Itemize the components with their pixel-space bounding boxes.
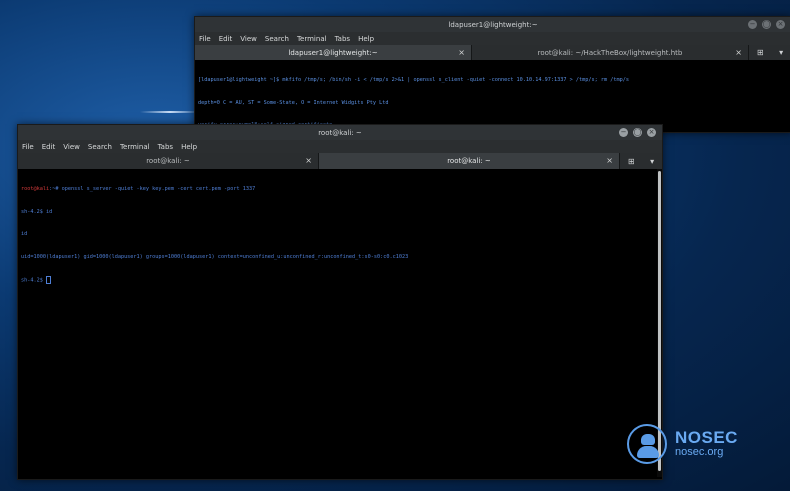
new-tab-icon[interactable]: ⊞ <box>628 157 635 166</box>
tab-label: root@kali: ~/HackTheBox/lightweight.htb <box>537 48 683 57</box>
front-terminal-output[interactable]: root@kali:~# openssl s_server -quiet -ke… <box>18 169 662 302</box>
prompt-user: root@kali <box>21 186 50 192</box>
terminal-line: [ldapuser1@lightweight ~]$ mkfifo /tmp/s… <box>198 77 629 83</box>
menu-edit[interactable]: Edit <box>219 35 233 43</box>
command-line: root@kali:~# openssl s_server -quiet -ke… <box>21 186 659 194</box>
menu-view[interactable]: View <box>240 35 257 43</box>
text-cursor <box>46 276 51 284</box>
front-terminal-area: root@kali:~# openssl s_server -quiet -ke… <box>18 169 662 477</box>
tab-tools: ⊞ ▾ <box>749 45 790 60</box>
menu-view[interactable]: View <box>63 143 80 151</box>
menu-tabs[interactable]: Tabs <box>335 35 351 43</box>
menu-search[interactable]: Search <box>265 35 289 43</box>
front-titlebar[interactable]: root@kali: ~ − ◯ × <box>18 125 662 140</box>
logo-name: NOSEC <box>675 428 738 447</box>
prompt-line: sh-4.2$ <box>21 276 659 285</box>
tab-root-kali-1[interactable]: root@kali: ~ × <box>18 153 319 169</box>
terminal-line: uid=1000(ldapuser1) gid=1000(ldapuser1) … <box>21 253 409 260</box>
minimize-icon[interactable]: − <box>619 128 628 137</box>
minimize-icon[interactable]: − <box>748 20 757 29</box>
new-tab-icon[interactable]: ⊞ <box>757 48 764 57</box>
back-terminal-window: ldapuser1@lightweight:~ − ◯ × File Edit … <box>194 16 790 196</box>
close-tab-icon[interactable]: × <box>606 156 613 165</box>
menu-terminal[interactable]: Terminal <box>120 143 150 151</box>
front-tabbar: root@kali: ~ × root@kali: ~ × ⊞ ▾ <box>18 153 662 169</box>
terminal-line: sh-4.2$ id <box>21 208 53 215</box>
back-titlebar[interactable]: ldapuser1@lightweight:~ − ◯ × <box>195 17 790 32</box>
close-icon[interactable]: × <box>776 20 785 29</box>
maximize-icon[interactable]: ◯ <box>762 20 771 29</box>
shell-prompt: sh-4.2$ <box>21 277 46 284</box>
logo-text: NOSEC nosec.org <box>675 429 738 459</box>
tab-tools: ⊞ ▾ <box>620 153 662 169</box>
front-menubar: File Edit View Search Terminal Tabs Help <box>18 140 662 153</box>
close-icon[interactable]: × <box>647 128 656 137</box>
menu-search[interactable]: Search <box>88 143 112 151</box>
tab-label: ldapuser1@lightweight:~ <box>288 48 378 57</box>
menu-file[interactable]: File <box>22 143 34 151</box>
nosec-badge-icon <box>627 424 667 464</box>
terminal-line: id <box>21 231 28 237</box>
front-terminal-window: root@kali: ~ − ◯ × File Edit View Search… <box>17 124 663 480</box>
tab-ldapuser1[interactable]: ldapuser1@lightweight:~ × <box>195 45 472 60</box>
menu-tabs[interactable]: Tabs <box>158 143 174 151</box>
logo-site: nosec.org <box>675 446 724 458</box>
tab-label: root@kali: ~ <box>447 157 491 165</box>
tab-label: root@kali: ~ <box>146 157 190 165</box>
menu-terminal[interactable]: Terminal <box>297 35 327 43</box>
close-tab-icon[interactable]: × <box>735 48 742 57</box>
menu-file[interactable]: File <box>199 35 211 43</box>
prompt-command: :~# openssl s_server -quiet -key key.pem… <box>49 186 256 192</box>
menu-help[interactable]: Help <box>181 143 197 151</box>
nosec-logo: NOSEC nosec.org <box>627 423 777 465</box>
tab-root-kali-htb[interactable]: root@kali: ~/HackTheBox/lightweight.htb … <box>472 45 749 60</box>
tab-menu-icon[interactable]: ▾ <box>650 157 654 166</box>
close-tab-icon[interactable]: × <box>305 156 312 165</box>
close-tab-icon[interactable]: × <box>458 48 465 57</box>
tab-menu-icon[interactable]: ▾ <box>779 48 783 57</box>
back-tabbar: ldapuser1@lightweight:~ × root@kali: ~/H… <box>195 45 790 60</box>
menu-help[interactable]: Help <box>358 35 374 43</box>
window-title: root@kali: ~ <box>318 128 362 137</box>
tab-root-kali-2[interactable]: root@kali: ~ × <box>319 153 620 169</box>
window-title: ldapuser1@lightweight:~ <box>448 20 538 29</box>
terminal-line: depth=0 C = AU, ST = Some-State, O = Int… <box>198 99 389 106</box>
wallpaper-streak <box>140 111 200 113</box>
menu-edit[interactable]: Edit <box>42 143 56 151</box>
back-menubar: File Edit View Search Terminal Tabs Help <box>195 32 790 45</box>
maximize-icon[interactable]: ◯ <box>633 128 642 137</box>
